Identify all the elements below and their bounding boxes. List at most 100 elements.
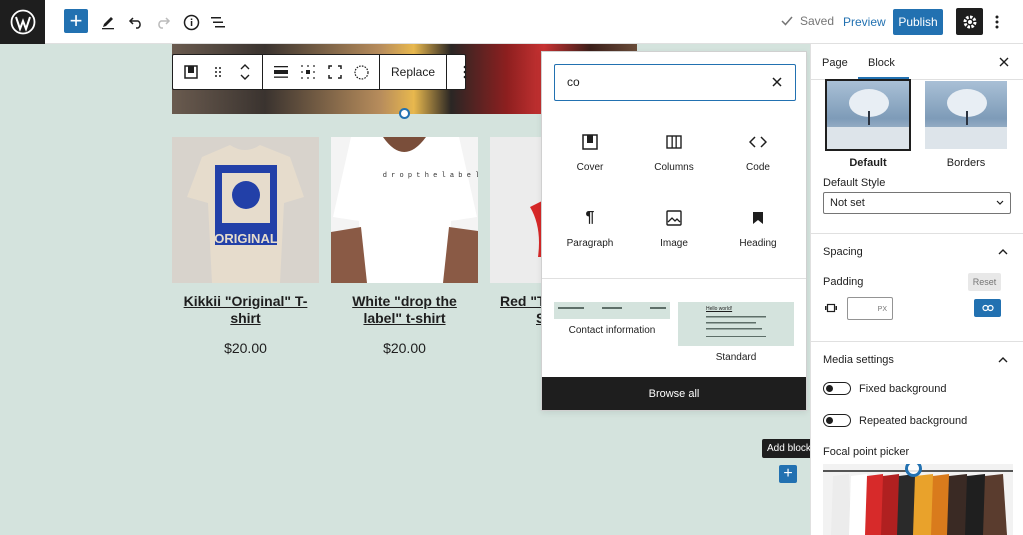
browse-all-button[interactable]: Browse all [542,377,806,410]
plus-icon: + [783,465,793,482]
inserter-divider [542,278,806,279]
padding-label: Padding [823,276,864,288]
undo-button[interactable] [124,10,148,34]
pattern-thumb-text: Hello world! [706,306,733,312]
options-menu-button[interactable] [990,10,1004,34]
fixed-background-toggle[interactable] [823,382,851,395]
tab-page[interactable]: Page [822,57,848,69]
block-item-label: Cover [576,162,604,173]
redo-button[interactable] [151,10,175,34]
box-sides-icon [825,303,837,313]
repeated-background-label: Repeated background [859,415,968,427]
default-style-label: Default Style [823,177,886,189]
block-results-grid: Cover Columns Code ¶ Paragraph Image Hea… [548,132,802,258]
pattern-item-standard[interactable]: Hello world! Standard [678,302,794,363]
check-icon [781,16,793,26]
product-image[interactable]: ORIGINAL [172,137,319,283]
block-item-image[interactable]: Image [632,208,716,258]
block-item-code[interactable]: Code [716,132,800,182]
list-view-icon [211,17,225,28]
block-item-label: Columns [654,162,694,173]
block-toolbar-group-type [173,55,263,89]
close-icon [772,77,782,87]
overlay-color-button[interactable] [348,57,375,87]
quick-inserter-popover: Cover Columns Code ¶ Paragraph Image Hea… [541,51,807,411]
align-full-icon [273,66,288,78]
product-card[interactable]: d r o p t h e l a b e l White "drop the … [331,137,478,356]
style-option-label: Borders [946,157,986,169]
cover-icon [183,65,198,79]
media-settings-panel-title[interactable]: Media settings [823,354,894,366]
block-toolbar-group-more [447,55,482,89]
wordpress-logo-button[interactable] [0,0,45,44]
add-block-tooltip: Add block [762,439,810,458]
wordpress-icon [10,9,35,35]
redo-icon [158,17,171,29]
cover-icon [580,132,600,152]
settings-button[interactable] [956,8,983,35]
block-item-cover[interactable]: Cover [548,132,632,182]
repeated-background-toggle[interactable] [823,414,851,427]
padding-input[interactable]: PX [847,297,893,320]
preview-button[interactable]: Preview [843,15,886,29]
block-item-label: Heading [739,238,777,249]
product-title[interactable]: Kikkii "Original" T-shirt [172,293,319,327]
move-up-down-button[interactable] [231,57,258,87]
chevron-up-down-icon [240,64,249,80]
cover-resize-handle[interactable] [399,108,410,119]
add-block-button[interactable]: + [779,465,797,483]
clear-search-button[interactable] [769,74,785,90]
full-height-button[interactable] [321,57,348,87]
tab-block[interactable]: Block [858,57,909,80]
default-style-value: Not set [830,197,865,209]
gear-icon [963,15,976,28]
fixed-background-label: Fixed background [859,383,947,395]
product-image[interactable]: d r o p t h e l a b e l [331,137,478,283]
product-price: $20.00 [383,340,426,356]
more-vertical-icon [995,15,999,29]
block-type-button[interactable] [177,57,204,87]
style-preview [925,81,1007,149]
chevron-up-icon[interactable] [997,246,1009,258]
padding-unit: PX [877,306,887,313]
replace-button[interactable]: Replace [384,65,442,79]
drag-handle[interactable] [204,57,231,87]
padding-reset-button[interactable]: Reset [968,273,1001,291]
block-item-label: Code [746,162,770,173]
link-sides-button[interactable] [974,299,1001,317]
details-button[interactable] [179,10,203,34]
close-icon[interactable] [997,55,1011,69]
block-toolbar-group-replace: Replace [380,55,448,89]
product-card[interactable]: ORIGINAL Kikkii "Original" T-shirt $20.0… [172,137,319,356]
default-style-select[interactable]: Not set [823,192,1011,214]
block-item-heading[interactable]: Heading [716,208,800,258]
block-item-columns[interactable]: Columns [632,132,716,182]
style-option-default[interactable]: Default [825,79,911,169]
fullscreen-icon [327,65,342,79]
chevron-down-icon [996,200,1004,205]
product-title[interactable]: White "drop the label" t-shirt [331,293,478,327]
style-option-borders[interactable]: Borders [925,81,1007,169]
block-inserter-toggle-button[interactable]: + [64,9,88,33]
focal-point-picker[interactable] [823,464,1013,535]
chevron-up-icon[interactable] [997,354,1009,366]
editor-top-bar: + Saved Preview Publish [0,0,1023,44]
block-item-label: Paragraph [566,238,614,249]
spacing-panel-title[interactable]: Spacing [823,246,863,258]
product-title-line1: Red "T [500,293,546,309]
focal-point-button[interactable] [294,57,321,87]
block-search-field[interactable] [554,64,796,101]
code-icon [748,132,768,152]
align-button[interactable] [267,57,294,87]
pattern-item-contact[interactable]: Contact information [554,302,670,336]
block-item-paragraph[interactable]: ¶ Paragraph [548,208,632,258]
color-circle-icon [354,64,369,80]
saved-label: Saved [800,14,835,28]
focal-point-icon [300,65,315,79]
publish-button[interactable]: Publish [893,9,943,35]
list-view-button[interactable] [206,10,230,34]
undo-icon [128,17,141,29]
block-search-input[interactable] [567,75,757,89]
block-options-button[interactable] [451,57,478,87]
tools-button[interactable] [96,10,120,34]
